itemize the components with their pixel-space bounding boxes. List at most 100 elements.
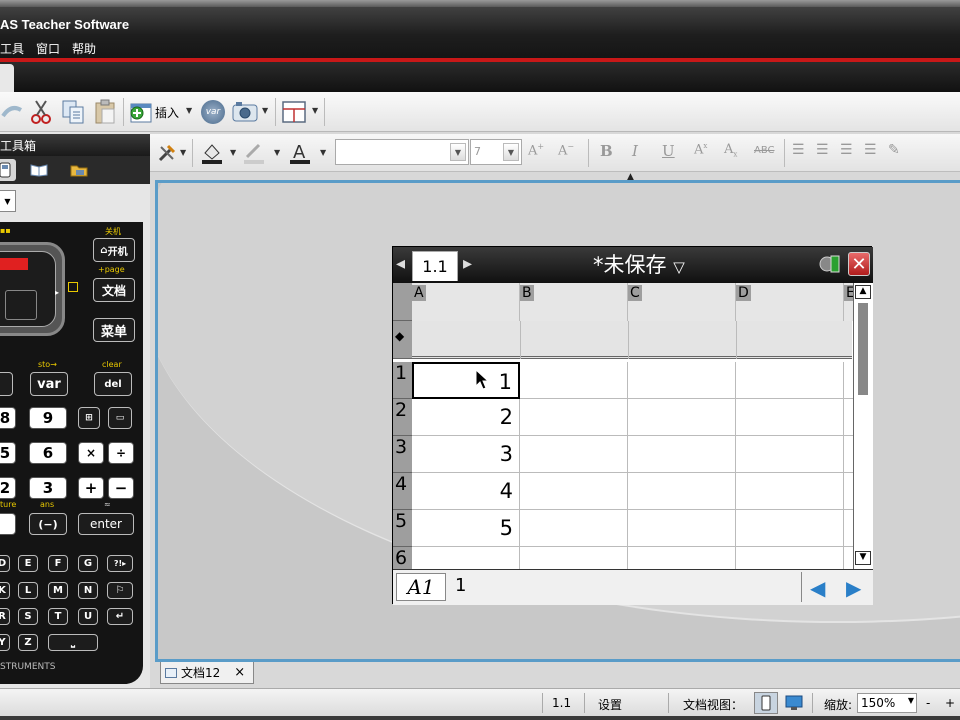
cell[interactable] <box>844 547 853 569</box>
key-letter-t[interactable]: T <box>48 608 68 625</box>
column-header-d[interactable]: D <box>736 283 844 321</box>
entry-input[interactable]: 1 <box>455 575 466 596</box>
fill-dropdown-icon[interactable]: ▼ <box>230 148 236 157</box>
cell[interactable] <box>844 362 853 399</box>
column-header-e[interactable]: E <box>844 283 853 321</box>
key-space[interactable]: ⎵ <box>48 634 98 651</box>
key-letter-d[interactable]: D <box>0 555 10 572</box>
del-key[interactable]: del <box>94 372 132 396</box>
bold-icon[interactable]: B <box>600 142 613 160</box>
key-2[interactable]: 2 <box>0 477 16 499</box>
cell[interactable] <box>844 473 853 510</box>
plus-key[interactable]: + <box>78 477 104 499</box>
formula-row[interactable] <box>412 321 852 359</box>
divide-key[interactable]: ÷ <box>108 442 134 464</box>
row-header[interactable]: 6 <box>393 547 412 569</box>
key-letter-m[interactable]: M <box>48 582 68 599</box>
template-key[interactable]: ⊞ <box>78 407 100 429</box>
zoom-dropdown-icon[interactable]: ▼ <box>908 696 914 705</box>
selected-cell-a1[interactable]: 1 <box>412 362 520 399</box>
zoom-out-button[interactable]: - <box>926 696 930 710</box>
close-icon[interactable]: ✕ <box>848 252 870 276</box>
row-header[interactable]: 3 <box>393 436 412 473</box>
font-size-dropdown-icon[interactable]: ▼ <box>503 143 519 161</box>
settings-link[interactable]: 设置 <box>598 696 622 713</box>
document-tools-tab-icon[interactable] <box>28 159 50 181</box>
minus-key[interactable]: − <box>108 477 134 499</box>
cell-a[interactable]: 2 <box>412 399 520 436</box>
increase-font-icon[interactable]: A+ <box>528 142 544 158</box>
key-letter-e[interactable]: E <box>18 555 38 572</box>
insert-dropdown-icon[interactable]: ▼ <box>186 106 192 115</box>
menu-help[interactable]: 帮助 <box>72 40 96 57</box>
key-letter-f[interactable]: F <box>48 555 68 572</box>
justify-icon[interactable]: ☰ <box>864 142 877 158</box>
key-punctuation[interactable]: ?!▸ <box>107 555 133 572</box>
scroll-down-icon[interactable]: ▼ <box>855 551 871 565</box>
cell[interactable] <box>520 399 628 436</box>
font-family-field[interactable]: ▼ <box>335 139 469 165</box>
decimal-key[interactable] <box>0 513 16 535</box>
decrease-font-icon[interactable]: A− <box>558 142 574 158</box>
home-on-key[interactable]: ⌂ 开机 <box>93 238 135 262</box>
row-header[interactable]: 5 <box>393 510 412 547</box>
font-dropdown-icon[interactable]: ▼ <box>450 143 466 161</box>
column-header-a[interactable]: A <box>412 283 520 321</box>
column-header-b[interactable]: B <box>520 283 628 321</box>
doc-key[interactable]: 文档 <box>93 278 135 302</box>
insert-icon[interactable] <box>128 98 154 126</box>
key-letter-s[interactable]: S <box>18 608 38 625</box>
cell[interactable] <box>628 436 736 473</box>
menu-window[interactable]: 窗口 <box>36 40 60 57</box>
key-5[interactable]: 5 <box>0 442 16 464</box>
cell[interactable] <box>628 510 736 547</box>
key-letter-l[interactable]: L <box>18 582 38 599</box>
layout-dropdown-icon[interactable]: ▼ <box>312 106 318 115</box>
keypad-tab-icon[interactable] <box>0 159 16 181</box>
key-flag[interactable]: ⚐ <box>107 582 133 599</box>
scroll-up-icon[interactable]: ▲ <box>855 285 871 299</box>
entry-forward-icon[interactable]: ▶ <box>846 576 861 600</box>
cell[interactable] <box>628 362 736 399</box>
column-header-c[interactable]: C <box>628 283 736 321</box>
keypad-select-dropdown[interactable]: ▼ <box>0 190 16 212</box>
computer-view-icon[interactable] <box>784 694 804 715</box>
cell[interactable] <box>520 362 628 399</box>
scroll-thumb[interactable] <box>858 303 868 395</box>
italic-icon[interactable]: I <box>632 142 638 160</box>
key-return[interactable]: ↵ <box>107 608 133 625</box>
title-dropdown-icon[interactable]: ▽ <box>673 258 685 276</box>
key-3[interactable]: 3 <box>29 477 67 499</box>
fill-color-icon[interactable] <box>200 139 224 167</box>
text-color-dropdown-icon[interactable]: ▼ <box>320 148 326 157</box>
cell[interactable] <box>520 547 628 569</box>
cell[interactable] <box>520 473 628 510</box>
prev-page-icon[interactable]: ◂ <box>396 253 405 274</box>
cell[interactable] <box>628 473 736 510</box>
key-letter-k[interactable]: K <box>0 582 10 599</box>
row-header[interactable]: 4 <box>393 473 412 510</box>
catalog-key[interactable] <box>0 372 13 396</box>
zoom-in-button[interactable]: + <box>945 696 955 710</box>
document-tab[interactable]: 文档12 × <box>160 662 254 684</box>
strikethrough-icon[interactable]: ABC <box>754 145 775 156</box>
menu-tools[interactable]: 工具 <box>0 40 24 57</box>
line-dropdown-icon[interactable]: ▼ <box>274 148 280 157</box>
line-color-icon[interactable] <box>242 139 266 167</box>
underline-icon[interactable]: U <box>662 142 675 160</box>
cell[interactable] <box>736 436 844 473</box>
cell[interactable] <box>736 399 844 436</box>
cell[interactable] <box>844 399 853 436</box>
cell-a[interactable]: 3 <box>412 436 520 473</box>
catalog-book-key[interactable]: ▭ <box>108 407 132 429</box>
cell-a[interactable] <box>412 547 520 569</box>
align-left-icon[interactable]: ☰ <box>792 142 805 158</box>
touchpad-right-arrow[interactable]: ▸ <box>55 288 59 297</box>
next-page-icon[interactable]: ▸ <box>463 253 472 274</box>
tools-icon[interactable] <box>156 139 178 167</box>
multiply-key[interactable]: × <box>78 442 104 464</box>
var-key[interactable]: var <box>30 372 68 396</box>
key-letter-n[interactable]: N <box>78 582 98 599</box>
zoom-select[interactable]: 150% ▼ <box>857 693 917 713</box>
cell[interactable] <box>736 547 844 569</box>
